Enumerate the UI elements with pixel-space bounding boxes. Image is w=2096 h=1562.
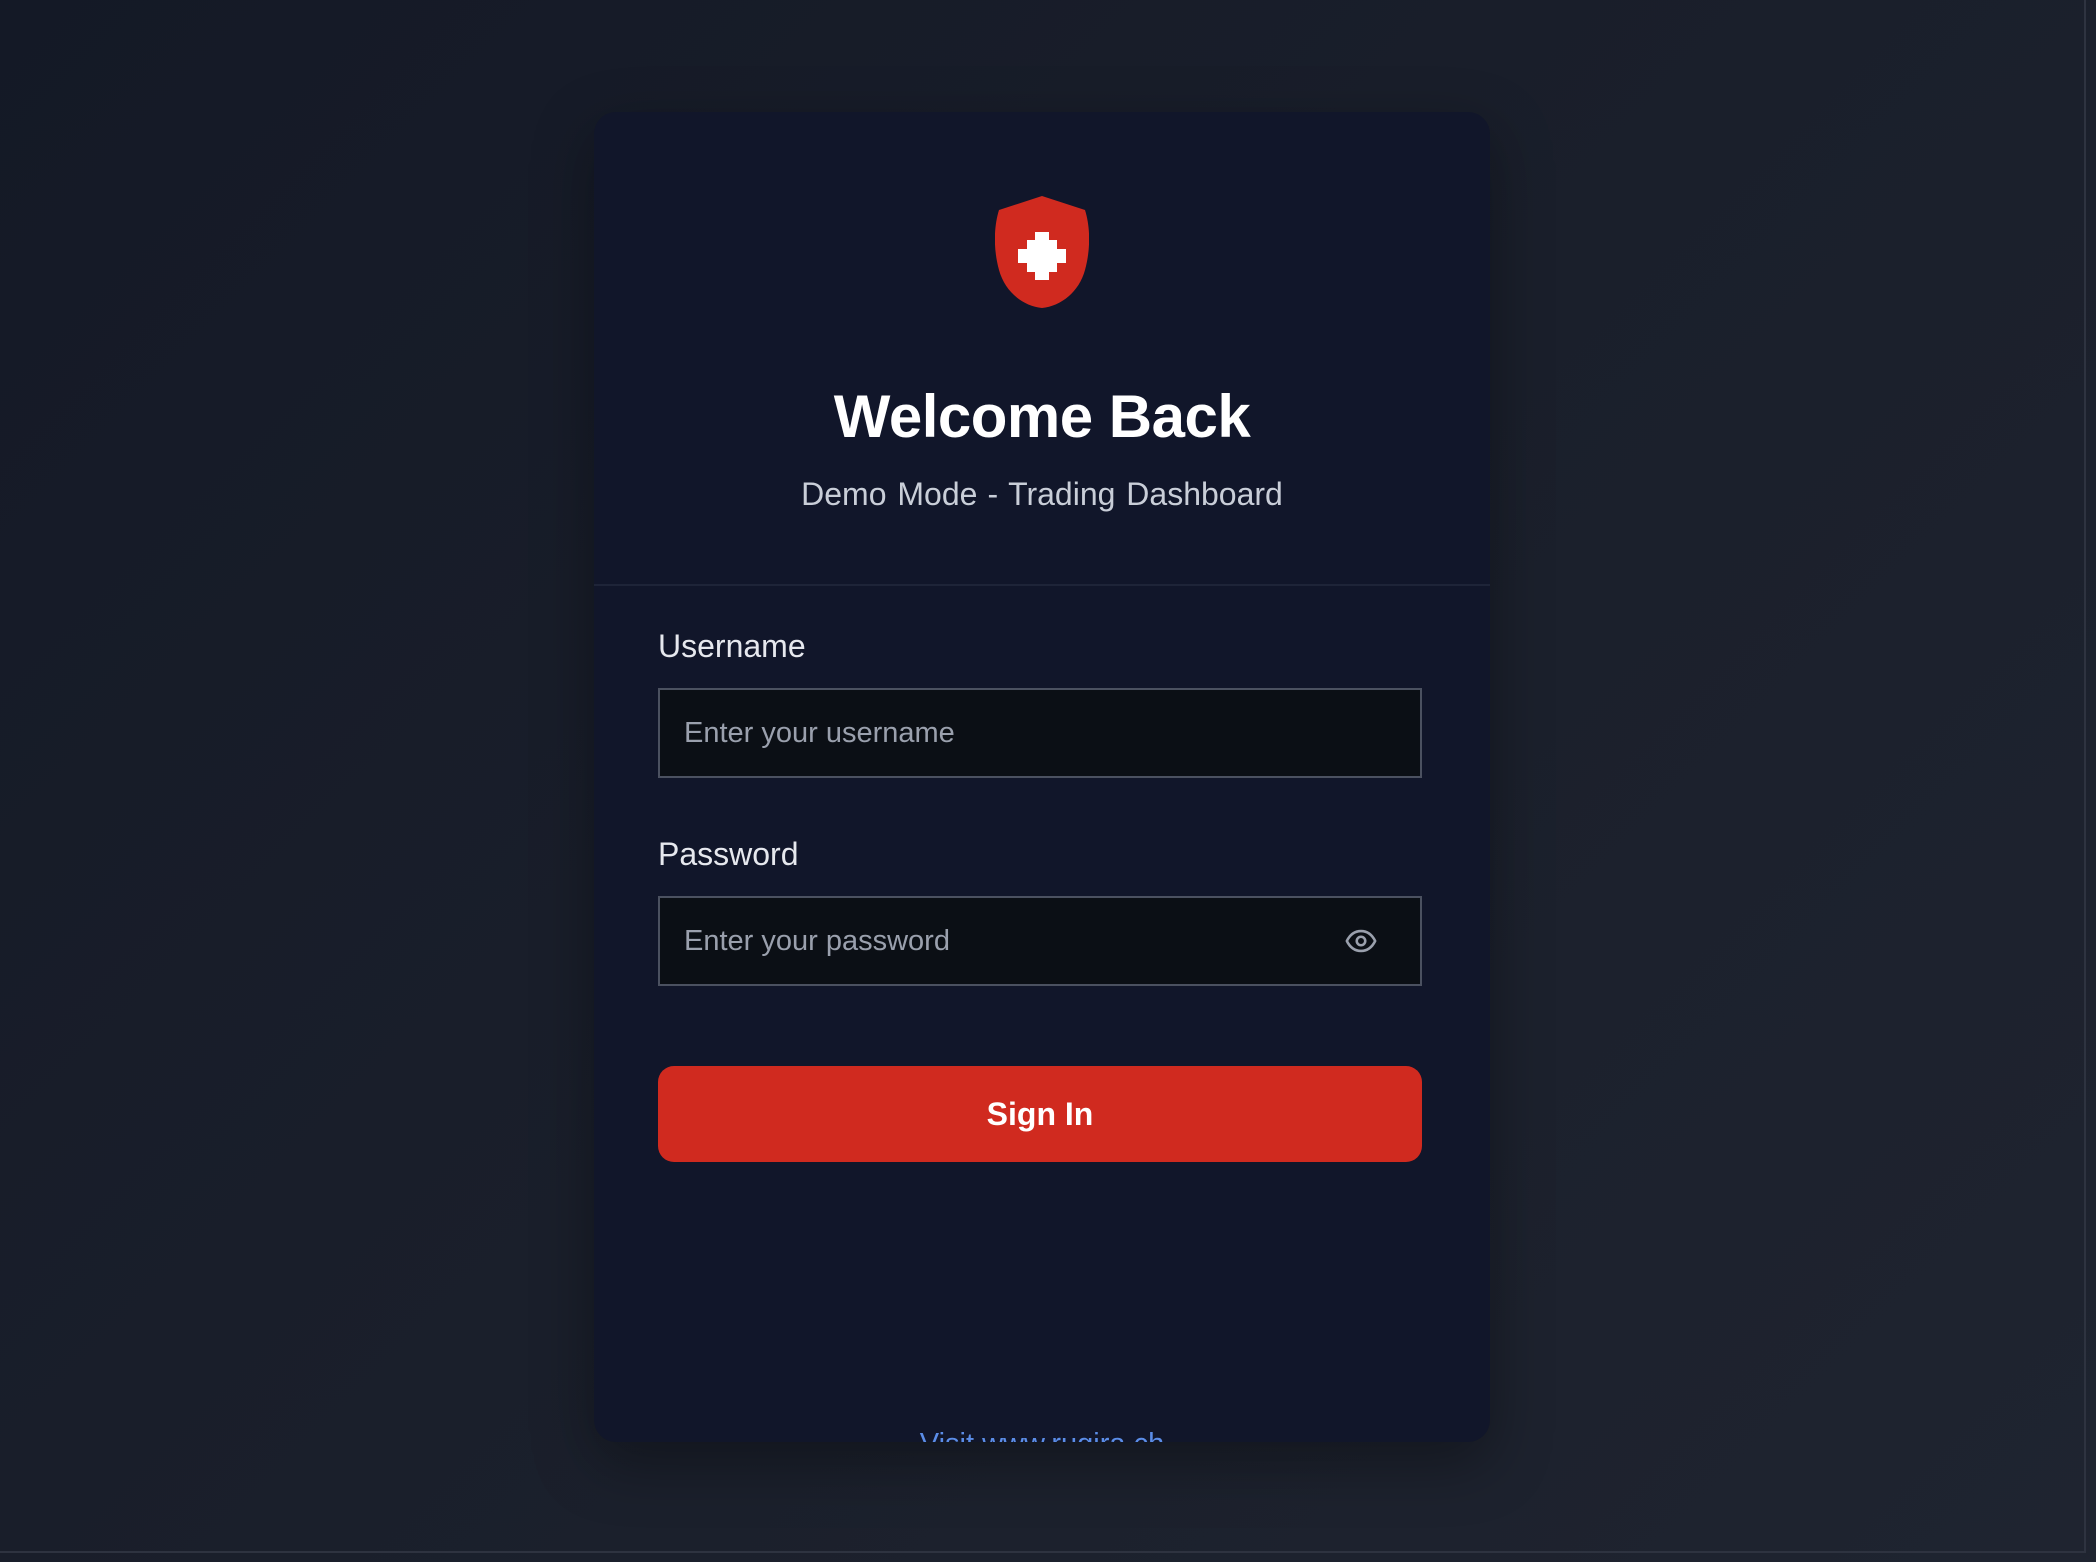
login-card: Welcome Back Demo Mode - Trading Dashboard… bbox=[594, 112, 1490, 1442]
subtitle-mode: Demo Mode bbox=[801, 476, 978, 512]
page-subtitle: Demo Mode - Trading Dashboard bbox=[594, 476, 1490, 513]
password-field-box[interactable] bbox=[658, 896, 1422, 986]
login-card-header: Welcome Back Demo Mode - Trading Dashboard bbox=[594, 112, 1490, 586]
footer-link-container: Visit www.rugira.ch bbox=[594, 1428, 1490, 1442]
login-form: Username Password Sign In Visit www.rugi… bbox=[594, 586, 1490, 1442]
password-label: Password bbox=[658, 836, 799, 872]
username-label: Username bbox=[658, 628, 806, 664]
subtitle-separator: - bbox=[987, 476, 999, 512]
subtitle-app: Trading Dashboard bbox=[1008, 476, 1283, 512]
sign-in-button[interactable]: Sign In bbox=[658, 1066, 1422, 1162]
username-input[interactable] bbox=[684, 716, 1396, 750]
username-field-box[interactable] bbox=[658, 688, 1422, 778]
eye-icon[interactable] bbox=[1344, 924, 1378, 958]
password-input[interactable] bbox=[684, 924, 1344, 958]
window-edge-right bbox=[2084, 0, 2086, 1552]
window-edge-bottom bbox=[0, 1551, 2086, 1553]
swiss-shield-icon bbox=[995, 196, 1089, 308]
visit-website-link[interactable]: Visit www.rugira.ch bbox=[920, 1428, 1164, 1442]
page-title: Welcome Back bbox=[833, 383, 1251, 450]
